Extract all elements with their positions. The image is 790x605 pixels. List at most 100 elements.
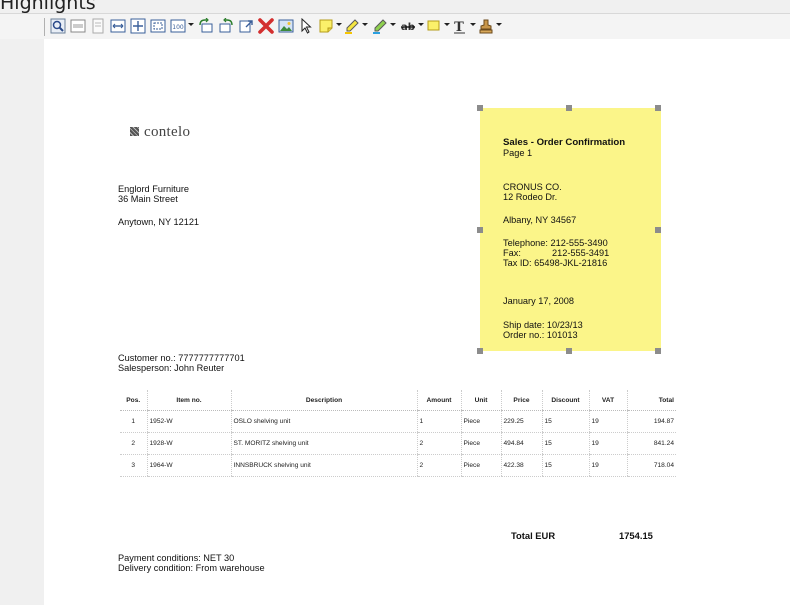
table-header-row: Pos. Item no. Description Amount Unit Pr… <box>120 390 676 411</box>
resize-handle-bottom-right[interactable] <box>655 348 661 354</box>
cell-description: ST. MORITZ shelving unit <box>230 432 417 455</box>
cell-total: 718.04 <box>626 454 676 477</box>
total-value: 1754.15 <box>619 530 653 541</box>
col-header-discount: Discount <box>541 390 589 411</box>
cell-description: INNSBRUCK shelving unit <box>230 454 417 477</box>
col-header-description: Description <box>230 390 417 411</box>
logo-text: contelo <box>144 124 191 140</box>
fit-page-icon[interactable] <box>130 18 146 34</box>
pointer-icon[interactable] <box>298 18 314 34</box>
company-fax-value: 212-555-3491 <box>552 248 610 258</box>
cell-pos: 2 <box>120 432 147 455</box>
col-header-vat: VAT <box>588 390 627 411</box>
company-name: CRONUS CO. <box>503 182 562 192</box>
col-header-pos: Pos. <box>120 390 147 411</box>
zoom-100-icon[interactable]: 100 <box>170 18 186 34</box>
cell-discount: 15 <box>541 432 589 455</box>
customer-number: Customer no.: 7777777777701 <box>118 353 245 363</box>
total-label: Total EUR <box>511 530 556 541</box>
cell-unit: Piece <box>460 454 501 477</box>
order-number: Order no.: 101013 <box>503 330 578 340</box>
resize-handle-bottom-left[interactable] <box>477 348 483 354</box>
ship-date: Ship date: 10/23/13 <box>503 320 583 330</box>
table-row: 3 1964-W INNSBRUCK shelving unit 2 Piece… <box>120 454 676 477</box>
customer-city: Anytown, NY 12121 <box>118 217 200 227</box>
cell-item-no: 1928-W <box>146 432 231 455</box>
stamp-icon[interactable] <box>478 18 494 34</box>
highlight-icon[interactable] <box>344 18 360 34</box>
zoom-icon[interactable] <box>50 18 66 34</box>
fit-width-icon[interactable] <box>110 18 126 34</box>
logo-mark-icon <box>130 127 139 136</box>
cell-vat: 19 <box>588 432 627 455</box>
company-telephone: Telephone: 212-555-3490 <box>503 238 608 248</box>
resize-handle-left[interactable] <box>477 227 483 233</box>
cell-item-no: 1964-W <box>146 454 231 477</box>
cell-price: 229.25 <box>500 410 542 433</box>
cell-pos: 3 <box>120 454 147 477</box>
rectangle-icon[interactable] <box>426 18 442 34</box>
delivery-condition: Delivery condition: From warehouse <box>118 563 265 573</box>
resize-handle-top-left[interactable] <box>477 105 483 111</box>
items-table: Pos. Item no. Description Amount Unit Pr… <box>120 390 676 477</box>
image-icon[interactable] <box>278 18 294 34</box>
cell-description: OSLO shelving unit <box>230 410 417 433</box>
col-header-item-no: Item no. <box>146 390 231 411</box>
cell-amount: 1 <box>416 410 461 433</box>
document-page[interactable]: contelo Englord Furniture 36 Main Street… <box>44 39 790 605</box>
confirmation-title: Sales - Order Confirmation <box>503 137 626 148</box>
zoom-box-icon[interactable] <box>150 18 166 34</box>
cell-unit: Piece <box>460 410 501 433</box>
delete-icon[interactable] <box>258 18 274 34</box>
ocr-icon[interactable] <box>70 18 86 34</box>
export-icon[interactable] <box>238 18 254 34</box>
cell-amount: 2 <box>416 454 461 477</box>
annotation-toolbar: 100 ab T <box>0 13 790 40</box>
cell-price: 494.84 <box>500 432 542 455</box>
cell-total: 194.87 <box>626 410 676 433</box>
col-header-unit: Unit <box>460 390 501 411</box>
resize-handle-top[interactable] <box>566 105 572 111</box>
resize-handle-top-right[interactable] <box>655 105 661 111</box>
cell-total: 841.24 <box>626 432 676 455</box>
confirmation-page: Page 1 <box>503 148 533 158</box>
col-header-total: Total <box>626 390 676 411</box>
customer-street: 36 Main Street <box>118 194 178 204</box>
rotate-right-icon[interactable] <box>218 18 234 34</box>
col-header-amount: Amount <box>416 390 461 411</box>
cell-unit: Piece <box>460 432 501 455</box>
cell-discount: 15 <box>541 410 589 433</box>
company-city: Albany, NY 34567 <box>503 215 577 225</box>
note-icon[interactable] <box>318 18 334 34</box>
customer-name: Englord Furniture <box>118 184 189 194</box>
payment-conditions: Payment conditions: NET 30 <box>118 553 235 563</box>
strikethrough-icon[interactable]: ab <box>400 18 416 34</box>
company-fax-label: Fax: <box>503 248 521 258</box>
svg-text:T: T <box>454 20 464 34</box>
document-date: January 17, 2008 <box>503 296 575 306</box>
toolbar-separator <box>44 18 45 36</box>
left-gutter <box>0 39 44 605</box>
cell-amount: 2 <box>416 432 461 455</box>
resize-handle-bottom[interactable] <box>566 348 572 354</box>
resize-handle-right[interactable] <box>655 227 661 233</box>
cell-vat: 19 <box>588 454 627 477</box>
svg-text:100: 100 <box>172 24 184 31</box>
cell-item-no: 1952-W <box>146 410 231 433</box>
window-title: Highlights <box>0 0 96 14</box>
cell-pos: 1 <box>120 410 147 433</box>
company-tax-id: Tax ID: 65498-JKL-21816 <box>503 258 608 268</box>
cell-price: 422.38 <box>500 454 542 477</box>
marker-icon[interactable] <box>372 18 388 34</box>
rotate-left-icon[interactable] <box>198 18 214 34</box>
page-icon[interactable] <box>90 18 106 34</box>
salesperson: Salesperson: John Reuter <box>118 363 225 373</box>
company-logo: contelo <box>130 124 190 141</box>
table-row: 1 1952-W OSLO shelving unit 1 Piece 229.… <box>120 410 676 433</box>
cell-discount: 15 <box>541 454 589 477</box>
company-street: 12 Rodeo Dr. <box>503 192 558 202</box>
text-icon[interactable]: T <box>452 18 468 34</box>
cell-vat: 19 <box>588 410 627 433</box>
col-header-price: Price <box>500 390 542 411</box>
table-row: 2 1928-W ST. MORITZ shelving unit 2 Piec… <box>120 432 676 455</box>
